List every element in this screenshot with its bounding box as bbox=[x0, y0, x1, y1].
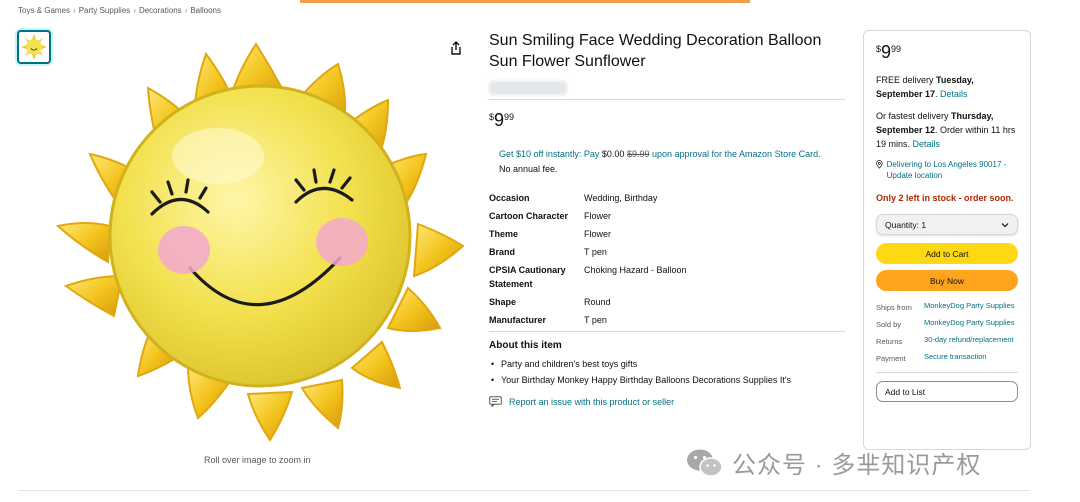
spec-key: Occasion bbox=[489, 193, 530, 203]
seller-info-row: Returns 30-day refund/replacement bbox=[876, 335, 1018, 347]
seller-info-row: Payment Secure transaction bbox=[876, 352, 1018, 364]
spec-row: Occasion Wedding, Birthday bbox=[489, 191, 839, 205]
breadcrumb-separator: › bbox=[184, 6, 188, 15]
chevron-down-icon bbox=[1001, 222, 1009, 227]
seller-info-key: Ships from bbox=[876, 303, 912, 312]
product-details: Sun Smiling Face Wedding Decoration Ball… bbox=[489, 30, 845, 407]
spec-key: Brand bbox=[489, 247, 516, 257]
seller-info-value[interactable]: 30-day refund/replacement bbox=[924, 335, 1016, 347]
spec-key: Manufacturer bbox=[489, 315, 547, 325]
breadcrumb-item[interactable]: Balloons bbox=[190, 6, 221, 15]
location-pin-icon bbox=[876, 160, 883, 169]
zoom-hint: Roll over image to zoom in bbox=[204, 455, 311, 465]
bottom-divider bbox=[18, 490, 1030, 491]
breadcrumb-separator: › bbox=[133, 6, 136, 15]
breadcrumb-item[interactable]: Decorations bbox=[139, 6, 182, 15]
delivery-details-link[interactable]: Details bbox=[940, 89, 968, 99]
about-bullet: Your Birthday Monkey Happy Birthday Ball… bbox=[489, 372, 845, 388]
promo-annual-fee: No annual fee. bbox=[499, 164, 558, 174]
seller-info-value[interactable]: MonkeyDog Party Supplies bbox=[924, 318, 1016, 330]
watermark-text: 公众号 · 多芈知识产权 bbox=[732, 452, 982, 479]
promo-was-price: $9.99 bbox=[626, 149, 650, 159]
spec-value: Flower bbox=[584, 229, 612, 239]
store-card-promo[interactable]: Get $10 off instantly: Pay $0.00 $9.99 u… bbox=[489, 147, 845, 177]
share-icon[interactable] bbox=[448, 40, 464, 56]
fastest-delivery-info: Or fastest delivery Thursday, September … bbox=[876, 109, 1018, 151]
spec-row: Shape Round bbox=[489, 295, 839, 309]
seller-info-row: Ships from MonkeyDog Party Supplies bbox=[876, 301, 1018, 313]
seller-info: Ships from MonkeyDog Party Supplies Sold … bbox=[876, 301, 1018, 364]
sun-balloon-thumbnail-icon bbox=[21, 34, 47, 60]
promo-now-price: $0.00 bbox=[601, 149, 625, 159]
spec-row: Theme Flower bbox=[489, 227, 839, 241]
seller-info-key: Sold by bbox=[876, 320, 902, 329]
spec-value: T pen bbox=[584, 315, 607, 325]
about-bullets: Party and children's best toys gifts You… bbox=[489, 356, 845, 388]
spec-value: Round bbox=[584, 297, 611, 307]
delivery-prefix: FREE delivery bbox=[876, 75, 937, 85]
spec-value: T pen bbox=[584, 247, 607, 257]
report-issue-link[interactable]: Report an issue with this product or sel… bbox=[489, 396, 845, 407]
breadcrumb-separator: › bbox=[73, 6, 76, 15]
spec-value: Flower bbox=[584, 211, 612, 221]
seller-info-value[interactable]: MonkeyDog Party Supplies bbox=[924, 301, 1016, 313]
watermark: 公众号 · 多芈知识产权 bbox=[686, 445, 981, 480]
wechat-icon bbox=[687, 449, 723, 477]
buy-now-button[interactable]: Buy Now bbox=[876, 270, 1018, 291]
divider bbox=[489, 99, 845, 100]
top-accent-bar bbox=[300, 0, 750, 3]
add-to-cart-button[interactable]: Add to Cart bbox=[876, 243, 1018, 264]
fastest-details-link[interactable]: Details bbox=[913, 139, 941, 149]
price-whole: 9 bbox=[494, 110, 505, 130]
divider bbox=[876, 372, 1018, 373]
spec-key: CPSIA Cautionary Statement bbox=[489, 265, 566, 289]
quantity-label: Quantity: 1 bbox=[885, 219, 927, 230]
product-price: $9 99 bbox=[489, 110, 845, 131]
spec-key: Shape bbox=[489, 297, 517, 307]
delivery-location[interactable]: Delivering to Los Angeles 90017 - Update… bbox=[876, 159, 1018, 181]
location-text: Delivering to Los Angeles 90017 - Update… bbox=[886, 160, 1007, 180]
spec-row: Manufacturer T pen bbox=[489, 313, 839, 327]
rating-area-blurred bbox=[489, 81, 567, 95]
spec-row: CPSIA Cautionary Statement Choking Hazard… bbox=[489, 263, 839, 291]
price-fraction: 99 bbox=[504, 112, 515, 122]
promo-tail: upon approval for the Amazon Store Card. bbox=[649, 149, 821, 159]
promo-text: Get $10 off instantly: Pay bbox=[499, 149, 602, 159]
about-heading: About this item bbox=[489, 340, 562, 351]
seller-info-key: Payment bbox=[876, 354, 906, 363]
product-main-image[interactable] bbox=[48, 36, 478, 446]
breadcrumb-item[interactable]: Toys & Games bbox=[18, 6, 70, 15]
price-whole: 9 bbox=[881, 42, 892, 62]
fastest-prefix: Or fastest delivery bbox=[876, 111, 952, 121]
spec-row: Brand T pen bbox=[489, 245, 839, 259]
product-title: Sun Smiling Face Wedding Decoration Ball… bbox=[489, 32, 822, 70]
spec-row: Cartoon Character Flower bbox=[489, 209, 839, 223]
buybox-price: $9 99 bbox=[876, 42, 1018, 63]
report-flag-icon bbox=[489, 396, 502, 407]
spec-value: Choking Hazard - Balloon bbox=[584, 265, 687, 275]
seller-info-value[interactable]: Secure transaction bbox=[924, 352, 1016, 364]
about-bullet: Party and children's best toys gifts bbox=[489, 356, 845, 372]
buy-box: $9 99 FREE delivery Tuesday, September 17… bbox=[863, 30, 1031, 450]
divider bbox=[489, 331, 845, 332]
spec-table: Occasion Wedding, Birthday Cartoon Charac… bbox=[489, 191, 839, 327]
add-to-list-button[interactable]: Add to List bbox=[876, 381, 1018, 402]
price-fraction: 99 bbox=[891, 44, 902, 54]
stock-status: Only 2 left in stock - order soon. bbox=[876, 193, 1014, 203]
spec-value: Wedding, Birthday bbox=[584, 193, 658, 203]
quantity-select[interactable]: Quantity: 1 bbox=[876, 214, 1018, 235]
report-issue-label: Report an issue with this product or sel… bbox=[509, 396, 675, 407]
seller-info-row: Sold by MonkeyDog Party Supplies bbox=[876, 318, 1018, 330]
seller-info-key: Returns bbox=[876, 337, 903, 346]
spec-key: Theme bbox=[489, 229, 519, 239]
breadcrumb: Toys & Games › Party Supplies › Decorations ›… bbox=[18, 6, 221, 15]
image-thumbnail[interactable] bbox=[17, 30, 51, 64]
spec-key: Cartoon Character bbox=[489, 211, 569, 221]
breadcrumb-item[interactable]: Party Supplies bbox=[79, 6, 131, 15]
free-delivery-info: FREE delivery Tuesday, September 17. Det… bbox=[876, 73, 1018, 101]
